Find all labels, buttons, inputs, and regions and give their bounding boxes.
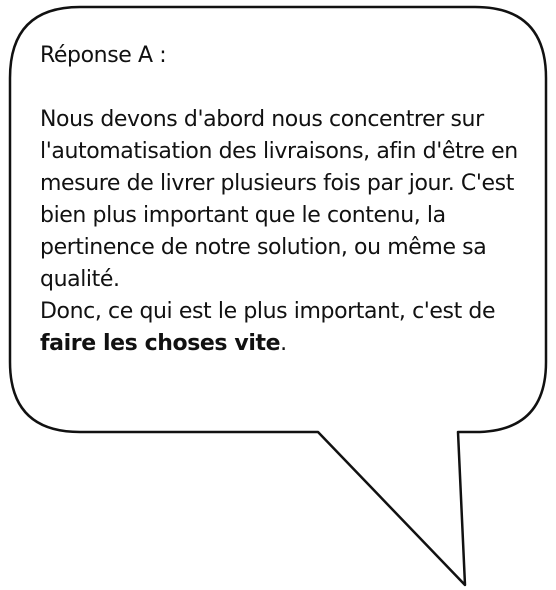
answer-paragraph-2: Donc, ce qui est le plus important, c'es… [40,296,530,360]
answer-paragraph-2-suffix: . [280,331,287,356]
answer-emphasis: faire les choses vite [40,331,281,356]
bubble-text: Réponse A : Nous devons d'abord nous con… [40,40,530,360]
answer-title: Réponse A : [40,43,167,68]
answer-paragraph-2-prefix: Donc, ce qui est le plus important, c'es… [40,299,496,324]
answer-paragraph-1: Nous devons d'abord nous concentrer sur … [40,107,518,292]
